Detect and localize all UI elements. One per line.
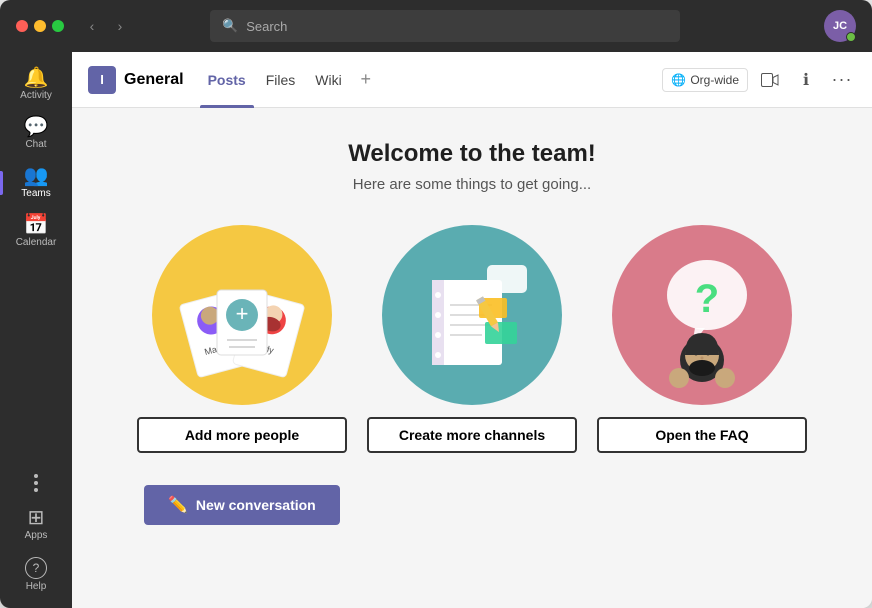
sidebar-item-chat[interactable]: 💬 Chat bbox=[0, 109, 72, 158]
svg-text:?: ? bbox=[695, 277, 719, 321]
main-area: 🔔 Activity 💬 Chat 👥 Teams 📅 Calendar bbox=[0, 52, 872, 608]
tab-posts[interactable]: Posts bbox=[200, 68, 254, 92]
add-people-button[interactable]: Add more people bbox=[137, 417, 347, 453]
sidebar-label-activity: Activity bbox=[20, 90, 52, 101]
new-conversation-label: New conversation bbox=[196, 497, 316, 513]
header-actions: 🌐 Org-wide ℹ ··· bbox=[662, 66, 856, 94]
channel-name: General bbox=[124, 71, 184, 89]
create-channels-card: Create more channels bbox=[367, 225, 577, 453]
dot-1 bbox=[34, 474, 38, 478]
sidebar-item-apps[interactable]: ⊞ Apps bbox=[0, 500, 72, 549]
chat-icon: 💬 bbox=[24, 117, 49, 137]
org-wide-icon: 🌐 bbox=[671, 73, 686, 87]
back-button[interactable]: ‹ bbox=[80, 14, 104, 38]
sidebar-label-teams: Teams bbox=[21, 188, 50, 199]
titlebar: ‹ › 🔍 Search JC bbox=[0, 0, 872, 52]
sidebar-item-help[interactable]: ? Help bbox=[0, 549, 72, 600]
sidebar-label-calendar: Calendar bbox=[16, 237, 57, 248]
sidebar-item-calendar[interactable]: 📅 Calendar bbox=[0, 207, 72, 256]
create-channels-illustration bbox=[382, 225, 562, 405]
app-window: ‹ › 🔍 Search JC 🔔 Activity 💬 Chat 👥 T bbox=[0, 0, 872, 608]
activity-icon: 🔔 bbox=[24, 68, 49, 88]
new-conversation-icon: ✏️ bbox=[168, 495, 188, 515]
tab-files[interactable]: Files bbox=[258, 68, 304, 92]
create-channels-button[interactable]: Create more channels bbox=[367, 417, 577, 453]
more-options-button[interactable]: ··· bbox=[828, 66, 856, 94]
video-call-button[interactable] bbox=[756, 66, 784, 94]
welcome-title: Welcome to the team! bbox=[348, 140, 596, 168]
add-tab-button[interactable]: + bbox=[354, 68, 378, 92]
new-conversation-button[interactable]: ✏️ New conversation bbox=[144, 485, 340, 525]
dot-2 bbox=[34, 481, 38, 485]
faq-card: ? bbox=[597, 225, 807, 453]
search-bar[interactable]: 🔍 Search bbox=[210, 10, 680, 42]
sidebar-item-teams[interactable]: 👥 Teams bbox=[0, 158, 72, 207]
close-button[interactable] bbox=[16, 20, 28, 32]
sidebar-label-apps: Apps bbox=[25, 530, 48, 541]
info-button[interactable]: ℹ bbox=[792, 66, 820, 94]
help-icon: ? bbox=[25, 557, 47, 579]
org-wide-label: Org-wide bbox=[690, 73, 739, 87]
faq-illustration: ? bbox=[612, 225, 792, 405]
content-pane: I General Posts Files Wiki + 🌐 Org-wide bbox=[72, 52, 872, 608]
nav-arrows: ‹ › bbox=[80, 14, 132, 38]
channel-tabs: Posts Files Wiki + bbox=[200, 68, 378, 92]
welcome-subtitle: Here are some things to get going... bbox=[353, 176, 591, 193]
traffic-lights bbox=[16, 20, 64, 32]
open-faq-button[interactable]: Open the FAQ bbox=[597, 417, 807, 453]
org-wide-badge[interactable]: 🌐 Org-wide bbox=[662, 68, 748, 92]
more-apps-button[interactable] bbox=[34, 466, 38, 500]
sidebar-label-help: Help bbox=[26, 581, 47, 592]
maximize-button[interactable] bbox=[52, 20, 64, 32]
channel-header: I General Posts Files Wiki + 🌐 Org-wide bbox=[72, 52, 872, 108]
team-icon: I bbox=[88, 66, 116, 94]
cards-row: Maxine Jody bbox=[137, 225, 807, 453]
minimize-button[interactable] bbox=[34, 20, 46, 32]
avatar-container[interactable]: JC bbox=[824, 10, 856, 42]
teams-icon: 👥 bbox=[24, 166, 49, 186]
sidebar-label-chat: Chat bbox=[25, 139, 46, 150]
welcome-area: Welcome to the team! Here are some thing… bbox=[72, 108, 872, 608]
add-people-illustration: Maxine Jody bbox=[152, 225, 332, 405]
calendar-icon: 📅 bbox=[24, 215, 49, 235]
tab-wiki[interactable]: Wiki bbox=[307, 68, 349, 92]
search-placeholder: Search bbox=[246, 19, 287, 34]
sidebar-item-activity[interactable]: 🔔 Activity bbox=[0, 60, 72, 109]
search-icon: 🔍 bbox=[222, 18, 238, 34]
forward-button[interactable]: › bbox=[108, 14, 132, 38]
add-people-card: Maxine Jody bbox=[137, 225, 347, 453]
sidebar: 🔔 Activity 💬 Chat 👥 Teams 📅 Calendar bbox=[0, 52, 72, 608]
dot-3 bbox=[34, 488, 38, 492]
apps-icon: ⊞ bbox=[28, 508, 45, 528]
avatar-status-badge bbox=[846, 32, 856, 42]
svg-text:+: + bbox=[236, 301, 249, 326]
